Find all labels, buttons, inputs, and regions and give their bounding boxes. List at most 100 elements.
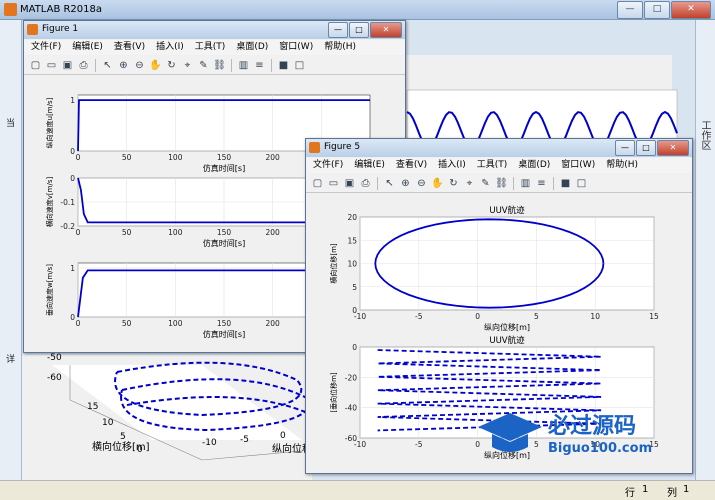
menu-item[interactable]: 帮助(H) (324, 40, 356, 55)
menu-item[interactable]: 窗口(W) (561, 158, 595, 173)
figure-5-maximize-button[interactable]: □ (636, 140, 656, 156)
left-char-current: 当 (6, 119, 16, 129)
figure-1-minimize-button[interactable]: — (328, 22, 348, 38)
menu-item[interactable]: 查看(V) (114, 40, 145, 55)
new-icon[interactable]: ▢ (311, 177, 324, 190)
watermark-text: 必过源码 (548, 413, 636, 439)
x-axis-label: 仿真时间[s] (203, 163, 245, 173)
y-tick-label: -40 (345, 404, 357, 413)
brush-icon[interactable]: ✎ (197, 59, 210, 72)
matlab-title-bar: MATLAB R2018a — □ ✕ (0, 0, 715, 20)
x-tick-label: 0 (76, 153, 81, 162)
open-icon[interactable]: ▭ (327, 177, 340, 190)
row-label: 行 (625, 488, 635, 499)
x-tick-label: 0 (475, 312, 480, 321)
pan-icon[interactable]: ✋ (431, 177, 444, 190)
x-tick-label: 150 (217, 319, 232, 328)
rotate-icon[interactable]: ↻ (447, 177, 460, 190)
workspace-panel[interactable]: 工作区 (695, 20, 715, 480)
figure-5-minimize-button[interactable]: — (615, 140, 635, 156)
colorbar-icon[interactable]: ▥ (237, 59, 250, 72)
graduation-cap-icon (478, 413, 542, 441)
menu-item[interactable]: 桌面(D) (236, 40, 268, 55)
toolbar-separator (95, 58, 96, 72)
figure-1-title-bar[interactable]: Figure 1 — □ ✕ (24, 21, 405, 39)
x-tick-label: 200 (266, 153, 281, 162)
minimize-button[interactable]: — (617, 1, 643, 19)
print-icon[interactable]: ⎙ (77, 59, 90, 72)
figure-1-close-button[interactable]: ✕ (370, 22, 402, 38)
menu-item[interactable]: 插入(I) (156, 40, 184, 55)
legend-icon[interactable]: ≡ (535, 177, 548, 190)
figure-icon (27, 24, 38, 35)
menu-item[interactable]: 查看(V) (396, 158, 427, 173)
menu-item[interactable]: 编辑(E) (72, 40, 103, 55)
y-tick-label: 0 (70, 313, 75, 322)
left-char-details: 详 (6, 355, 16, 365)
brush-icon[interactable]: ✎ (479, 177, 492, 190)
figure-1-menubar: 文件(F) 编辑(E) 查看(V) 插入(I) 工具(T) 桌面(D) 窗口(W) 帮助(H) (24, 40, 405, 55)
y-axis-label: 垂向速度w[m/s] (45, 264, 54, 316)
bg-xtick: -5 (240, 435, 249, 445)
figure-1-toolbar: ▢ ▭ ▣ ⎙ ↖ ⊕ ⊖ ✋ ↻ ⌖ ✎ ⛓ ▥ ≡ ■ □ (24, 56, 405, 75)
chart-title: UUV航迹 (489, 205, 525, 216)
figure-icon (309, 142, 320, 153)
close-button[interactable]: ✕ (671, 1, 711, 19)
menu-item[interactable]: 帮助(H) (606, 158, 638, 173)
show-plot-icon[interactable]: □ (575, 177, 588, 190)
y-tick-label: 10 (347, 260, 357, 269)
y-tick-label: 5 (352, 283, 357, 292)
x-tick-label: 150 (217, 228, 232, 237)
rotate-icon[interactable]: ↻ (165, 59, 178, 72)
pan-icon[interactable]: ✋ (149, 59, 162, 72)
matlab-logo-icon (4, 3, 17, 16)
y-tick-label: -20 (345, 373, 357, 382)
toolbar-separator (271, 58, 272, 72)
save-icon[interactable]: ▣ (343, 177, 356, 190)
x-tick-label: -5 (415, 440, 423, 449)
bg-xtick: -10 (202, 438, 217, 448)
menu-item[interactable]: 窗口(W) (279, 40, 313, 55)
pointer-icon[interactable]: ↖ (383, 177, 396, 190)
figure-5-title-bar[interactable]: Figure 5 — □ ✕ (306, 139, 692, 157)
menu-item[interactable]: 编辑(E) (354, 158, 385, 173)
x-tick-label: 100 (168, 319, 183, 328)
bg-ztick: -50 (47, 353, 62, 363)
maximize-button[interactable]: □ (644, 1, 670, 19)
link-icon[interactable]: ⛓ (495, 177, 508, 190)
menu-item[interactable]: 文件(F) (313, 158, 343, 173)
figure-1-maximize-button[interactable]: □ (349, 22, 369, 38)
x-tick-label: 150 (217, 153, 232, 162)
print-icon[interactable]: ⎙ (359, 177, 372, 190)
hide-plot-icon[interactable]: ■ (277, 59, 290, 72)
new-icon[interactable]: ▢ (29, 59, 42, 72)
open-icon[interactable]: ▭ (45, 59, 58, 72)
hide-plot-icon[interactable]: ■ (559, 177, 572, 190)
y-tick-label: 15 (347, 236, 357, 245)
x-tick-label: 50 (122, 153, 132, 162)
x-axis-label: 仿真时间[s] (203, 238, 245, 248)
figure-5-close-button[interactable]: ✕ (657, 140, 689, 156)
legend-icon[interactable]: ≡ (253, 59, 266, 72)
y-tick-label: 1 (70, 96, 75, 105)
show-plot-icon[interactable]: □ (293, 59, 306, 72)
data-cursor-icon[interactable]: ⌖ (463, 177, 476, 190)
menu-item[interactable]: 桌面(D) (518, 158, 550, 173)
data-cursor-icon[interactable]: ⌖ (181, 59, 194, 72)
figure-1-title: Figure 1 (42, 24, 79, 34)
y-tick-label: 20 (347, 213, 357, 222)
bg-ztick: -60 (47, 373, 62, 383)
watermark-logo: 必过源码 Biguo100.com (478, 413, 652, 456)
colorbar-icon[interactable]: ▥ (519, 177, 532, 190)
menu-item[interactable]: 工具(T) (195, 40, 226, 55)
menu-item[interactable]: 文件(F) (31, 40, 61, 55)
zoom-in-icon[interactable]: ⊕ (399, 177, 412, 190)
zoom-in-icon[interactable]: ⊕ (117, 59, 130, 72)
zoom-out-icon[interactable]: ⊖ (415, 177, 428, 190)
link-icon[interactable]: ⛓ (213, 59, 226, 72)
menu-item[interactable]: 工具(T) (477, 158, 508, 173)
menu-item[interactable]: 插入(I) (438, 158, 466, 173)
pointer-icon[interactable]: ↖ (101, 59, 114, 72)
save-icon[interactable]: ▣ (61, 59, 74, 72)
zoom-out-icon[interactable]: ⊖ (133, 59, 146, 72)
